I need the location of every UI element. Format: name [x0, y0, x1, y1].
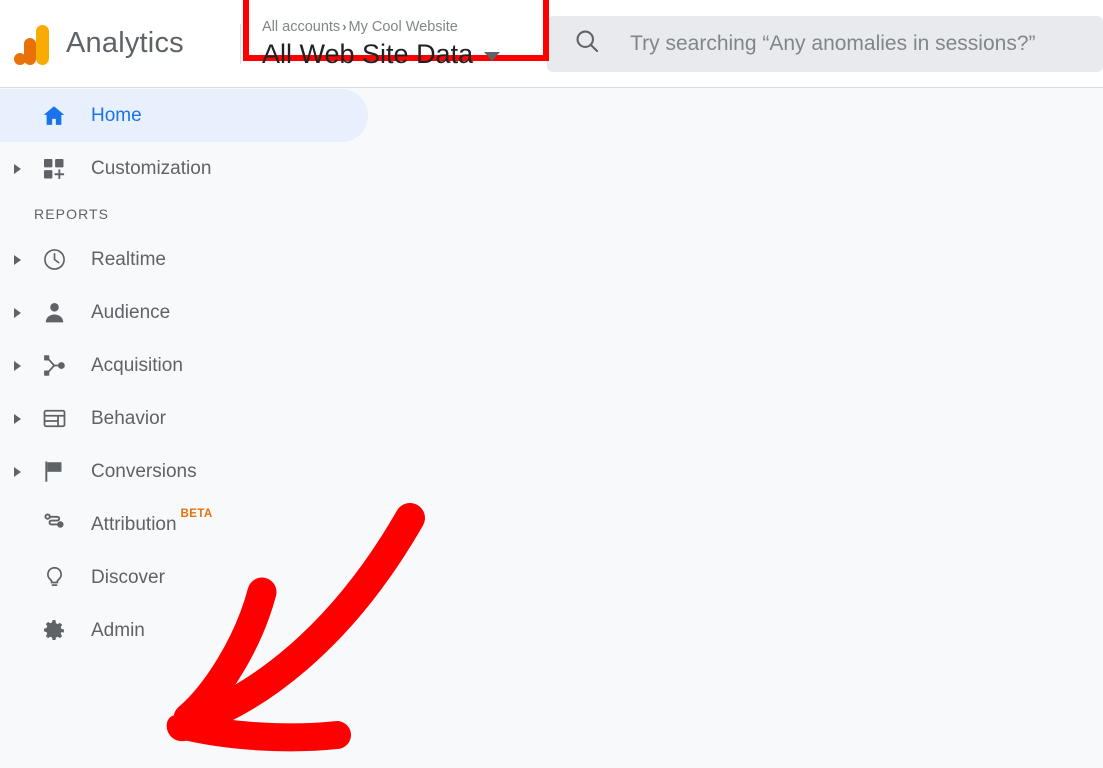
search-icon: [573, 27, 601, 60]
gear-icon: [36, 618, 72, 644]
sidebar-item-acquisition[interactable]: Acquisition: [0, 339, 1103, 392]
view-name: All Web Site Data: [262, 38, 473, 70]
chevron-right-icon: [14, 308, 21, 318]
header-divider: [240, 24, 241, 64]
property-selector[interactable]: All accounts›My Cool Website All Web Sit…: [254, 15, 508, 72]
sidebar-item-label: Audience: [91, 302, 170, 324]
logo-bar-tall: [36, 25, 49, 65]
sidebar-item-label: Conversions: [91, 461, 197, 483]
breadcrumb-property[interactable]: My Cool Website: [349, 19, 458, 35]
acquisition-icon: [36, 353, 72, 378]
sidebar-item-label: Discover: [91, 567, 165, 589]
sidebar-item-label: Behavior: [91, 408, 166, 430]
expand-arrow-customization[interactable]: [14, 164, 36, 174]
property-name-row: All Web Site Data: [262, 38, 500, 70]
lightbulb-icon: [36, 565, 72, 590]
sidebar-item-audience[interactable]: Audience: [0, 286, 1103, 339]
chevron-right-icon: [14, 467, 21, 477]
expand-arrow-acquisition[interactable]: [14, 361, 36, 371]
chevron-down-icon[interactable]: [484, 52, 500, 61]
property-selector-wrap: All accounts›My Cool Website All Web Sit…: [254, 15, 508, 72]
sidebar-item-label: Acquisition: [91, 355, 183, 377]
search-input-placeholder[interactable]: Try searching “Any anomalies in sessions…: [630, 32, 1035, 56]
breadcrumb-account[interactable]: All accounts: [262, 19, 340, 35]
sidebar-item-label: Home: [91, 105, 142, 127]
expand-arrow-conversions[interactable]: [14, 467, 36, 477]
sidebar-item-label: Attribution: [91, 514, 177, 536]
person-icon: [36, 300, 72, 325]
logo-dot: [14, 53, 26, 65]
sidebar-item-attribution[interactable]: Attribution BETA: [0, 498, 1103, 551]
attribution-icon: [36, 512, 72, 537]
sidebar-item-realtime[interactable]: Realtime: [0, 233, 1103, 286]
chevron-right-icon: [14, 255, 21, 265]
breadcrumb-separator-icon: ›: [340, 19, 348, 34]
flag-icon: [36, 459, 72, 484]
sidebar-item-conversions[interactable]: Conversions: [0, 445, 1103, 498]
chevron-right-icon: [14, 164, 21, 174]
sidebar-section-reports: REPORTS: [0, 195, 1103, 233]
sidebar-item-admin[interactable]: Admin: [0, 604, 1103, 657]
expand-arrow-behavior[interactable]: [14, 414, 36, 424]
sidebar-item-label: Customization: [91, 158, 211, 180]
sidebar-item-discover[interactable]: Discover: [0, 551, 1103, 604]
brand-name: Analytics: [66, 27, 184, 60]
sidebar-item-behavior[interactable]: Behavior: [0, 392, 1103, 445]
customization-icon: [36, 157, 72, 181]
sidebar-item-label: Admin: [91, 620, 145, 642]
clock-icon: [36, 247, 72, 272]
sidebar-nav: Home Customization REPORTS: [0, 89, 1103, 768]
sidebar-item-home[interactable]: Home: [0, 89, 368, 142]
brand-area[interactable]: Analytics: [0, 23, 240, 65]
behavior-icon: [36, 406, 72, 431]
expand-arrow-realtime[interactable]: [14, 255, 36, 265]
home-icon: [36, 103, 72, 129]
chevron-right-icon: [14, 414, 21, 424]
expand-arrow-audience[interactable]: [14, 308, 36, 318]
app-header: Analytics All accounts›My Cool Website A…: [0, 0, 1103, 88]
breadcrumb: All accounts›My Cool Website: [262, 17, 500, 37]
analytics-app-window: Analytics All accounts›My Cool Website A…: [0, 0, 1103, 768]
sidebar-item-label: Realtime: [91, 249, 166, 271]
google-analytics-logo: [14, 23, 52, 65]
chevron-right-icon: [14, 361, 21, 371]
search-box[interactable]: Try searching “Any anomalies in sessions…: [547, 16, 1103, 72]
status-badge-beta: BETA: [181, 508, 213, 520]
sidebar-item-customization[interactable]: Customization: [0, 142, 1103, 195]
